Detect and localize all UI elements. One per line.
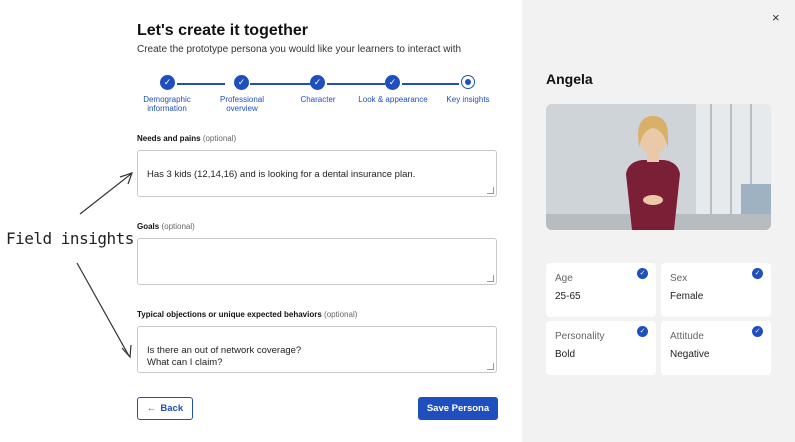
close-icon[interactable]: ×: [772, 10, 780, 25]
persona-photo: [546, 104, 771, 230]
attribute-key: Personality: [555, 331, 605, 342]
attribute-key: Age: [555, 273, 573, 284]
attribute-card-personality: Personality Bold ✓: [546, 321, 656, 375]
attribute-value: Negative: [670, 349, 710, 360]
persona-avatar-image: [546, 104, 771, 230]
persona-name: Angela: [546, 71, 593, 87]
annotation-arrows: [76, 172, 133, 359]
attribute-card-age: Age 25-65 ✓: [546, 263, 656, 317]
attribute-value: Bold: [555, 349, 576, 360]
check-icon: ✓: [637, 326, 648, 337]
attribute-key: Attitude: [670, 331, 704, 342]
attribute-value: Female: [670, 291, 704, 302]
attribute-card-attitude: Attitude Negative ✓: [661, 321, 771, 375]
check-icon: ✓: [752, 326, 763, 337]
field-insights-annotation: Field insights: [6, 229, 134, 248]
check-icon: ✓: [637, 268, 648, 279]
attribute-card-sex: Sex Female ✓: [661, 263, 771, 317]
check-icon: ✓: [752, 268, 763, 279]
attribute-value: 25-65: [555, 291, 581, 302]
attribute-key: Sex: [670, 273, 688, 284]
